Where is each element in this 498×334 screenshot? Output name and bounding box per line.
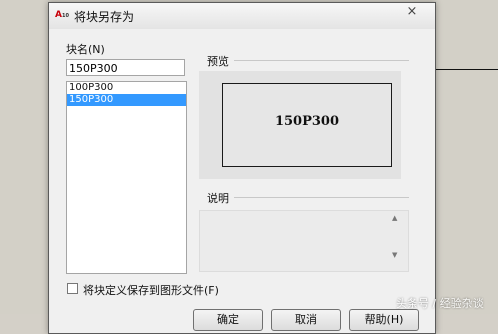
dialog-titlebar[interactable]: A10 将块另存为 × xyxy=(49,3,435,29)
autocad-app-icon: A10 xyxy=(55,10,69,20)
drawing-line xyxy=(432,69,498,70)
list-item-selected[interactable]: 150P300 xyxy=(67,94,186,106)
watermark: 头条号 / 经验杂谈 xyxy=(396,297,484,310)
description-label: 说明 xyxy=(207,192,229,205)
close-icon[interactable]: × xyxy=(396,4,428,19)
description-textarea[interactable] xyxy=(199,210,409,272)
block-list[interactable]: 100P300 150P300 xyxy=(66,81,187,274)
block-name-label: 块名(N) xyxy=(66,43,105,56)
preview-label: 预览 xyxy=(207,55,229,68)
preview-group-divider xyxy=(234,60,409,61)
cancel-button[interactable]: 取消 xyxy=(271,309,341,331)
save-to-drawing-label: 将块定义保存到图形文件(F) xyxy=(83,284,219,297)
description-group-divider xyxy=(234,197,409,198)
save-block-dialog: A10 将块另存为 × 块名(N) 150P300 100P300 150P30… xyxy=(48,2,436,334)
save-to-drawing-checkbox[interactable] xyxy=(67,283,78,294)
help-button[interactable]: 帮助(H) xyxy=(349,309,419,331)
dialog-title: 将块另存为 xyxy=(74,10,135,24)
list-item[interactable]: 100P300 xyxy=(67,82,186,94)
block-name-input[interactable]: 150P300 xyxy=(66,59,185,76)
scroll-up-icon[interactable]: ▲ xyxy=(392,214,397,222)
scroll-down-icon[interactable]: ▼ xyxy=(392,251,397,259)
ok-button[interactable]: 确定 xyxy=(193,309,263,331)
preview-block-outline: 150P300 xyxy=(222,83,392,167)
preview-block-text: 150P300 xyxy=(274,114,340,129)
